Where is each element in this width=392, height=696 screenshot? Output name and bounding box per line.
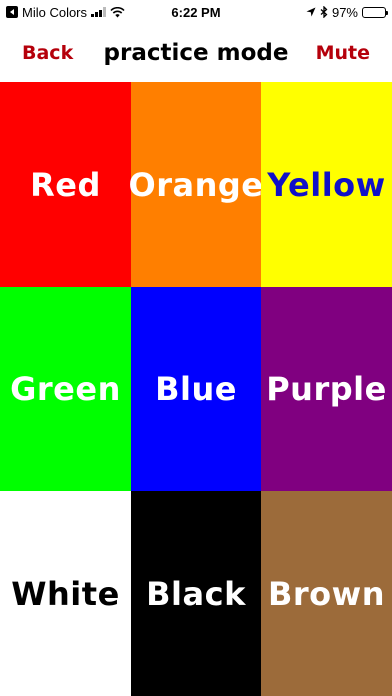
- color-tile-green[interactable]: Green: [0, 287, 131, 491]
- color-tile-purple[interactable]: Purple: [261, 287, 392, 491]
- app-screen: Milo Colors 6:22 PM 97% Back practice mo…: [0, 0, 392, 696]
- back-to-app-icon[interactable]: [6, 6, 18, 18]
- color-tile-brown[interactable]: Brown: [261, 491, 392, 696]
- bluetooth-icon: [320, 6, 328, 18]
- navigation-bar: Back practice mode Mute: [0, 24, 392, 82]
- color-label: Purple: [266, 370, 387, 408]
- color-tile-orange[interactable]: Orange: [128, 82, 264, 287]
- cellular-signal-icon: [91, 7, 107, 17]
- status-right: 97%: [306, 4, 388, 20]
- color-label: White: [11, 574, 120, 613]
- location-arrow-icon: [306, 7, 316, 17]
- color-label: Yellow: [267, 165, 386, 204]
- color-label: Blue: [155, 370, 237, 408]
- status-left: Milo Colors: [6, 5, 125, 20]
- wifi-icon: [110, 6, 125, 17]
- battery-icon: [362, 6, 388, 18]
- color-label: Black: [146, 574, 246, 613]
- color-label: Red: [30, 165, 101, 204]
- status-bar: Milo Colors 6:22 PM 97%: [0, 0, 392, 24]
- battery-percent: 97%: [331, 4, 358, 20]
- color-tile-blue[interactable]: Blue: [131, 287, 261, 491]
- color-label: Green: [10, 370, 121, 408]
- back-button[interactable]: Back: [22, 42, 73, 64]
- color-grid: Red Orange Yellow Green Blue Purple Whit…: [0, 82, 392, 696]
- color-tile-black[interactable]: Black: [131, 491, 261, 696]
- color-label: Brown: [268, 574, 385, 613]
- color-tile-red[interactable]: Red: [0, 82, 131, 287]
- color-tile-yellow[interactable]: Yellow: [261, 82, 392, 287]
- back-to-app-label[interactable]: Milo Colors: [22, 5, 87, 20]
- mute-button[interactable]: Mute: [316, 42, 370, 64]
- color-label: Orange: [128, 165, 264, 204]
- color-tile-white[interactable]: White: [0, 491, 131, 696]
